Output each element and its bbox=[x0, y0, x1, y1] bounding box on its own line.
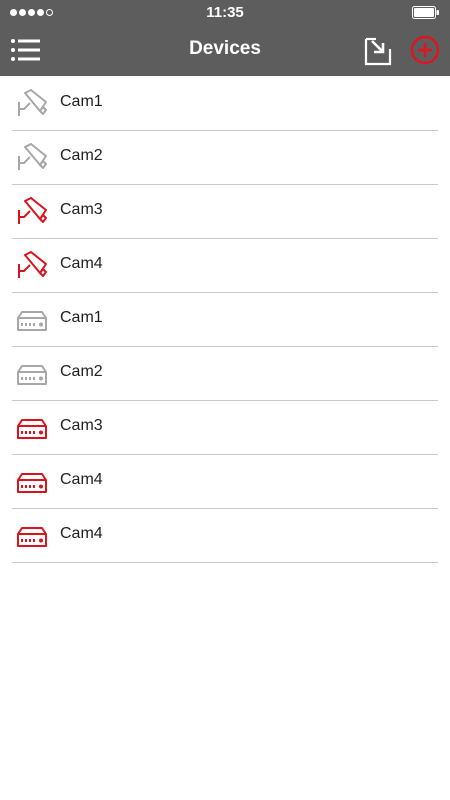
recorder-icon bbox=[16, 413, 48, 443]
device-name: Cam3 bbox=[60, 201, 103, 218]
device-name: Cam2 bbox=[60, 363, 103, 380]
device-name: Cam1 bbox=[60, 93, 103, 110]
device-name: Cam3 bbox=[60, 417, 103, 434]
device-row[interactable]: Cam4 bbox=[12, 455, 438, 509]
device-name: Cam1 bbox=[60, 309, 103, 326]
device-list: Cam1 Cam2 Cam3 Cam4 Cam1 Cam2 Cam3 Cam4 Cam4 bbox=[12, 77, 438, 563]
device-row[interactable]: Cam4 bbox=[12, 509, 438, 563]
import-button[interactable] bbox=[362, 35, 394, 67]
camera-icon bbox=[16, 197, 48, 227]
device-row[interactable]: Cam3 bbox=[12, 185, 438, 239]
device-row[interactable]: Cam3 bbox=[12, 401, 438, 455]
camera-icon bbox=[16, 143, 48, 173]
device-row[interactable]: Cam4 bbox=[12, 239, 438, 293]
status-time: 11:35 bbox=[206, 4, 244, 21]
device-name: Cam4 bbox=[60, 525, 103, 542]
add-circle-icon bbox=[410, 35, 440, 65]
battery-icon bbox=[412, 6, 440, 24]
import-icon bbox=[364, 37, 392, 66]
navigation-bar: Devices bbox=[0, 24, 450, 76]
device-name: Cam4 bbox=[60, 255, 103, 272]
device-row[interactable]: Cam1 bbox=[12, 77, 438, 131]
device-row[interactable]: Cam1 bbox=[12, 293, 438, 347]
recorder-icon bbox=[16, 467, 48, 497]
device-row[interactable]: Cam2 bbox=[12, 131, 438, 185]
recorder-icon bbox=[16, 305, 48, 335]
camera-icon bbox=[16, 89, 48, 119]
add-device-button[interactable] bbox=[410, 35, 440, 65]
device-row[interactable]: Cam2 bbox=[12, 347, 438, 401]
device-name: Cam2 bbox=[60, 147, 103, 164]
device-name: Cam4 bbox=[60, 471, 103, 488]
status-bar: 11:35 bbox=[0, 0, 450, 24]
camera-icon bbox=[16, 251, 48, 281]
recorder-icon bbox=[16, 521, 48, 551]
recorder-icon bbox=[16, 359, 48, 389]
